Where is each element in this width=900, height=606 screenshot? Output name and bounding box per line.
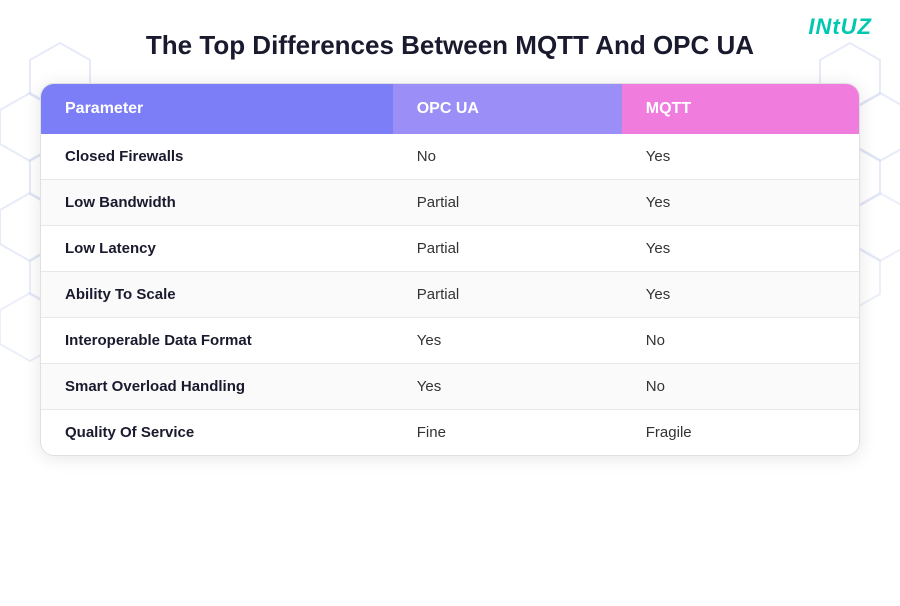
cell-mqtt: Fragile [622, 410, 859, 456]
cell-parameter: Low Latency [41, 226, 393, 272]
comparison-table: Parameter OPC UA MQTT Closed FirewallsNo… [41, 84, 859, 455]
table-row: Ability To ScalePartialYes [41, 272, 859, 318]
table-body: Closed FirewallsNoYesLow BandwidthPartia… [41, 134, 859, 455]
cell-parameter: Interoperable Data Format [41, 318, 393, 364]
table-row: Closed FirewallsNoYes [41, 134, 859, 180]
cell-opcua: Partial [393, 226, 622, 272]
page-container: INtUZ The Top Differences Between MQTT A… [0, 0, 900, 606]
table-row: Low BandwidthPartialYes [41, 180, 859, 226]
cell-mqtt: Yes [622, 134, 859, 180]
comparison-table-wrapper: Parameter OPC UA MQTT Closed FirewallsNo… [40, 83, 860, 456]
cell-mqtt: No [622, 318, 859, 364]
cell-parameter: Low Bandwidth [41, 180, 393, 226]
page-title: The Top Differences Between MQTT And OPC… [146, 30, 754, 61]
cell-parameter: Quality Of Service [41, 410, 393, 456]
cell-opcua: Fine [393, 410, 622, 456]
table-header: Parameter OPC UA MQTT [41, 84, 859, 134]
intuz-logo: INtUZ [808, 14, 872, 40]
col-header-opcua: OPC UA [393, 84, 622, 134]
cell-mqtt: Yes [622, 226, 859, 272]
cell-mqtt: Yes [622, 272, 859, 318]
cell-opcua: Partial [393, 180, 622, 226]
table-row: Smart Overload HandlingYesNo [41, 364, 859, 410]
col-header-mqtt: MQTT [622, 84, 859, 134]
cell-opcua: Yes [393, 318, 622, 364]
cell-opcua: Partial [393, 272, 622, 318]
table-row: Quality Of ServiceFineFragile [41, 410, 859, 456]
cell-opcua: No [393, 134, 622, 180]
col-header-parameter: Parameter [41, 84, 393, 134]
cell-parameter: Closed Firewalls [41, 134, 393, 180]
cell-mqtt: No [622, 364, 859, 410]
cell-parameter: Smart Overload Handling [41, 364, 393, 410]
table-row: Interoperable Data FormatYesNo [41, 318, 859, 364]
cell-mqtt: Yes [622, 180, 859, 226]
cell-parameter: Ability To Scale [41, 272, 393, 318]
cell-opcua: Yes [393, 364, 622, 410]
table-row: Low LatencyPartialYes [41, 226, 859, 272]
